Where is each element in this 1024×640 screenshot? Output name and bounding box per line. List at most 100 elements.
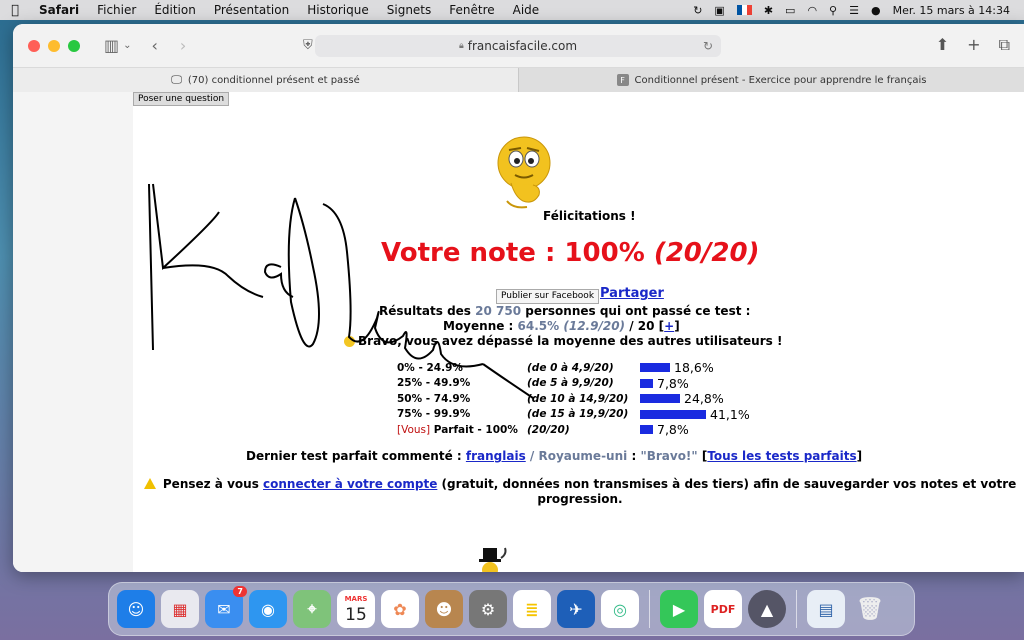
calendar-icon[interactable]: MARS 15 [337, 590, 375, 628]
facetime-icon[interactable]: ▶ [660, 590, 698, 628]
share-link[interactable]: Partager [600, 286, 664, 301]
distribution-score: (de 5 à 9,9/20) [527, 377, 614, 390]
safari-icon[interactable]: ◉ [249, 590, 287, 628]
calendar-day: 15 [345, 605, 367, 625]
bravo-text: Bravo, vous avez dépassé la moyenne des … [358, 334, 783, 348]
url-text[interactable]: francaisfacile.com [468, 39, 577, 53]
mail-badge: 7 [233, 586, 247, 597]
pdf-expert-icon[interactable]: PDF [704, 590, 742, 628]
zoom-window-button[interactable] [68, 39, 80, 52]
distribution-percent: 41,1% [710, 406, 750, 422]
distribution-score: (de 10 à 14,9/20) [527, 392, 629, 405]
distribution-row: 0% - 24.9% (de 0 à 4,9/20) 18,6% [397, 360, 750, 376]
distribution-range: 0% - 24.9% [397, 361, 463, 374]
wifi-icon[interactable]: ◠ [807, 4, 817, 17]
mascot-hat-icon [479, 547, 507, 572]
chevron-down-icon[interactable]: ⌄ [123, 40, 131, 51]
bluetooth-icon[interactable]: ✱ [764, 4, 773, 17]
last-perfect-label: Dernier test parfait commenté : [246, 449, 462, 463]
you-marker: [Vous] [397, 423, 431, 436]
chrome-icon[interactable]: ◎ [601, 590, 639, 628]
sync-icon[interactable]: ↻ [693, 4, 702, 17]
bravo-message: Bravo, vous avez dépassé la moyenne des … [344, 334, 782, 348]
login-link[interactable]: connecter à votre compte [263, 477, 437, 491]
reload-icon[interactable]: ↻ [703, 39, 713, 53]
new-tab-icon[interactable]: + [967, 35, 980, 55]
safari-window: ▥ ⌄ ‹ › ⛨ 🔒︎ francaisfacile.com ↻ ⬆ + ⧉ … [13, 24, 1024, 572]
siri-icon[interactable]: ● [871, 4, 881, 17]
downloads-stack-icon[interactable]: ▤ [807, 590, 845, 628]
average-label: Moyenne : [443, 319, 514, 333]
score-distribution-table: 0% - 24.9% (de 0 à 4,9/20) 18,6% 25% - 4… [397, 360, 750, 438]
dock: ☺ ▦ ✉ 7 ◉ ⌖ MARS 15 ✿ ☻ ⚙ ≣ ✈ ◎ ▶ PDF ▲ ▤… [108, 582, 915, 636]
maps-icon[interactable]: ⌖ [293, 590, 331, 628]
distribution-bar [640, 425, 653, 435]
battery-icon[interactable]: ▭ [785, 4, 795, 17]
lock-icon: 🔒︎ [458, 41, 464, 51]
preview-app-icon[interactable]: ▲ [748, 590, 786, 628]
forward-button[interactable]: › [180, 36, 186, 55]
notes-icon[interactable]: ≣ [513, 590, 551, 628]
tab-overview-icon[interactable]: ⧉ [999, 35, 1010, 55]
average-more-link[interactable]: + [664, 319, 674, 333]
menu-edition[interactable]: Édition [145, 3, 205, 17]
menu-app[interactable]: Safari [30, 3, 88, 17]
distribution-score: (20/20) [527, 423, 570, 436]
distribution-percent: 7,8% [657, 375, 689, 391]
last-perfect-separator: : [631, 449, 637, 463]
system-settings-icon[interactable]: ⚙ [469, 590, 507, 628]
menu-aide[interactable]: Aide [504, 3, 549, 17]
menu-fenetre[interactable]: Fenêtre [440, 3, 503, 17]
french-flag-icon[interactable] [736, 5, 752, 15]
openoffice-icon[interactable]: ✈ [557, 590, 595, 628]
distribution-row: 75% - 99.9% (de 15 à 19,9/20) 41,1% [397, 407, 750, 423]
ask-question-button[interactable]: Poser une question [133, 92, 230, 106]
distribution-range: 75% - 99.9% [397, 408, 471, 421]
minimize-window-button[interactable] [48, 39, 60, 52]
last-perfect-user-link[interactable]: franglais [466, 449, 526, 463]
distribution-row: 50% - 74.9% (de 10 à 14,9/20) 24,8% [397, 391, 750, 407]
app-status-icon[interactable]: ▣ [714, 4, 724, 17]
photos-icon[interactable]: ✿ [381, 590, 419, 628]
felicitations-text: Félicitations ! [543, 209, 636, 223]
last-perfect-test: Dernier test parfait commenté : franglai… [246, 449, 863, 463]
tab-conditionnel-exercice[interactable]: F Conditionnel présent - Exercice pour a… [519, 68, 1024, 92]
finder-icon[interactable]: ☺ [117, 590, 155, 628]
control-center-icon[interactable]: ☰ [849, 4, 859, 17]
distribution-bar [640, 409, 706, 419]
contacts-icon[interactable]: ☻ [425, 590, 463, 628]
distribution-bar [640, 394, 680, 404]
search-icon[interactable]: ⚲ [829, 4, 837, 17]
menu-historique[interactable]: Historique [298, 3, 378, 17]
login-reminder-suffix: (gratuit, données non transmises à des t… [441, 477, 1017, 506]
francaisfacile-favicon-icon: F [616, 74, 629, 86]
close-window-button[interactable] [28, 39, 40, 52]
distribution-range: 50% - 74.9% [397, 392, 471, 405]
menubar-datetime[interactable]: Mer. 15 mars à 14:34 [893, 4, 1010, 17]
distribution-range: Parfait - 100% [433, 423, 518, 436]
distribution-percent: 24,8% [684, 391, 724, 407]
login-reminder: Pensez à vous connecter à votre compte (… [138, 477, 1022, 507]
tab-conditionnel-video[interactable]: 🖵︎ (70) conditionnel présent et passé [13, 68, 519, 92]
mail-icon[interactable]: ✉ 7 [205, 586, 247, 628]
privacy-shield-icon[interactable]: ⛨ [303, 38, 313, 53]
apple-icon[interactable]:  [0, 3, 30, 18]
score-label: Votre note : 100% [381, 238, 645, 268]
trash-icon[interactable]: 🗑︎ [851, 590, 889, 628]
menu-signets[interactable]: Signets [378, 3, 441, 17]
warning-icon [143, 478, 156, 489]
all-perfect-tests-link[interactable]: Tous les tests parfaits [707, 449, 856, 463]
tab-label: Conditionnel présent - Exercice pour app… [634, 74, 927, 86]
share-icon[interactable]: ⬆ [936, 35, 949, 55]
back-button[interactable]: ‹ [152, 36, 158, 55]
safari-toolbar: ▥ ⌄ ‹ › ⛨ 🔒︎ francaisfacile.com ↻ ⬆ + ⧉ [13, 24, 1024, 68]
facebook-share-button[interactable]: Publier sur Facebook [496, 289, 600, 304]
distribution-score: (de 15 à 19,9/20) [527, 408, 629, 421]
menu-fichier[interactable]: Fichier [88, 3, 145, 17]
launchpad-icon[interactable]: ▦ [161, 590, 199, 628]
menu-presentation[interactable]: Présentation [205, 3, 298, 17]
address-bar[interactable]: 🔒︎ francaisfacile.com ↻ [315, 35, 721, 57]
calendar-month: MARS [344, 595, 368, 603]
last-perfect-comment: "Bravo!" [640, 449, 698, 463]
sidebar-toggle-icon[interactable]: ▥ [104, 36, 119, 55]
